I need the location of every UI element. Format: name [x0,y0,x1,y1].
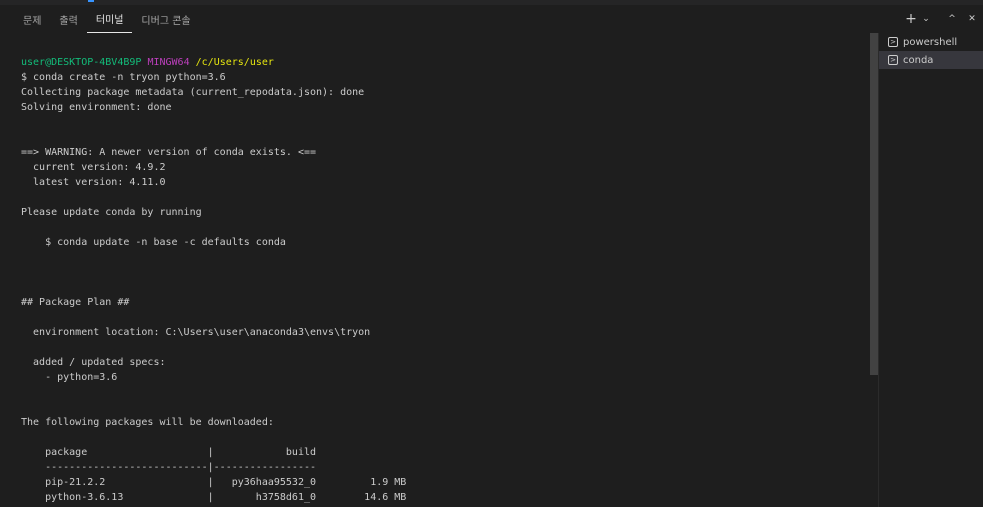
new-terminal-plus-icon[interactable]: + [903,9,919,29]
terminal-output: user@DESKTOP-4BV4B9P MINGW64 /c/Users/us… [21,55,406,507]
prompt-shell: MINGW64 [147,57,190,68]
terminal-line: Please update conda by running [21,207,202,218]
terminal-line: latest version: 4.11.0 [21,177,166,188]
terminal-list: > powershell > conda [878,33,983,507]
tab-output[interactable]: 출력 [50,5,86,33]
terminal-view[interactable]: user@DESKTOP-4BV4B9P MINGW64 /c/Users/us… [0,33,868,507]
prompt-path: /c/Users/user [195,57,274,68]
terminal-line: Collecting package metadata (current_rep… [21,87,365,98]
terminal-line: - python=3.6 [21,372,118,383]
terminal-icon: > [888,37,898,47]
terminal-line: added / updated specs: [21,357,166,368]
tab-debug-console[interactable]: 디버그 콘솔 [132,5,199,33]
terminal-line: ---------------------------|------------… [21,462,317,473]
terminal-line: ==> WARNING: A newer version of conda ex… [21,147,317,158]
tab-terminal[interactable]: 터미널 [86,5,133,33]
chevron-down-icon[interactable]: ⌄ [921,9,931,29]
terminal-line: Solving environment: done [21,102,172,113]
prompt-user-host: user@DESKTOP-4BV4B9P [21,57,142,68]
terminal-scrollbar[interactable] [870,33,878,375]
terminal-line: ## Package Plan ## [21,297,130,308]
activity-indicator [88,0,94,2]
terminal-list-item-label: conda [903,54,934,66]
panel-header: 문제 출력 터미널 디버그 콘솔 + ⌄ ^ ✕ [0,5,983,33]
terminal-line: environment location: C:\Users\user\anac… [21,327,371,338]
terminal-line: The following packages will be downloade… [21,417,274,428]
terminal-icon: > [888,55,898,65]
panel-tabs: 문제 출력 터미널 디버그 콘솔 [14,5,200,33]
close-panel-icon[interactable]: ✕ [967,9,977,29]
terminal-lines: $ conda create -n tryon python=3.6 Collec… [21,70,406,507]
terminal-line: python-3.6.13 | h3758d61_0 14.6 MB [21,492,407,503]
terminal-list-item-label: powershell [903,36,958,48]
terminal-line: current version: 4.9.2 [21,162,166,173]
terminal-list-item-powershell[interactable]: > powershell [879,33,983,51]
terminal-line: package | build [21,447,317,458]
terminal-line: $ conda create -n tryon python=3.6 [21,72,226,83]
tab-problems[interactable]: 문제 [14,5,50,33]
maximize-panel-icon[interactable]: ^ [947,9,957,29]
terminal-list-item-conda[interactable]: > conda [879,51,983,69]
panel-actions: + ⌄ ^ ✕ [903,5,977,33]
prompt-line: user@DESKTOP-4BV4B9P MINGW64 /c/Users/us… [21,57,274,68]
terminal-line: $ conda update -n base -c defaults conda [21,237,286,248]
terminal-line: pip-21.2.2 | py36haa95532_0 1.9 MB [21,477,407,488]
